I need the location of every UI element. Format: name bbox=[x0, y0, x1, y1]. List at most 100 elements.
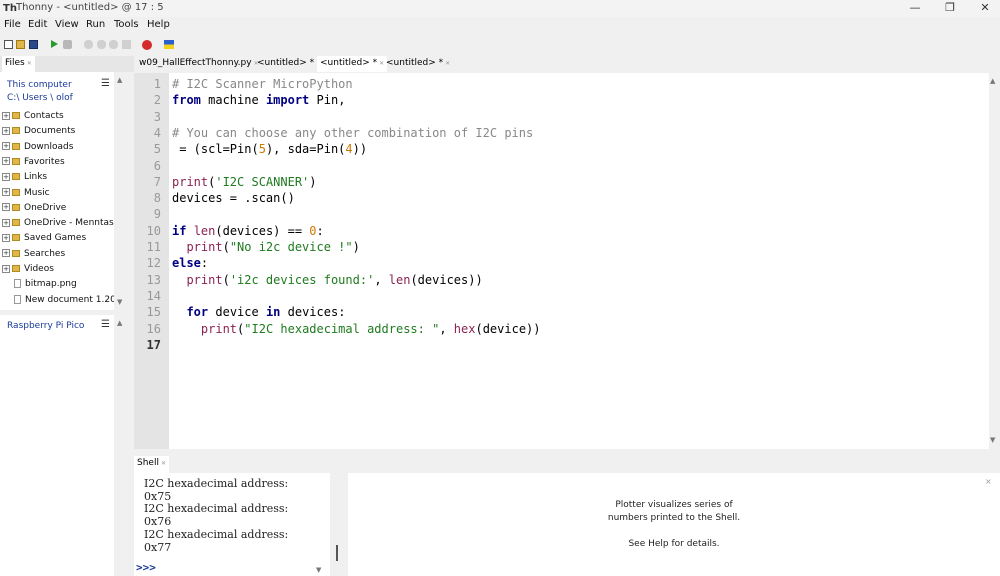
line-number: 16 bbox=[146, 321, 161, 336]
folder-item[interactable]: + Videos bbox=[2, 262, 114, 277]
code-line[interactable]: if len(devices) == 0: bbox=[172, 224, 324, 238]
device-label[interactable]: Raspberry Pi Pico bbox=[7, 321, 84, 331]
folder-item[interactable]: + Searches bbox=[2, 247, 114, 262]
expand-icon[interactable]: + bbox=[2, 111, 10, 120]
code-editor[interactable]: # I2C Scanner MicroPython from machine im… bbox=[169, 73, 989, 449]
expand-icon[interactable]: + bbox=[2, 249, 10, 258]
code-line[interactable]: print("No i2c device !") bbox=[172, 240, 359, 254]
code-line[interactable]: = (scl=Pin(5), sda=Pin(4)) bbox=[172, 142, 367, 156]
minimize-button[interactable]: — bbox=[900, 0, 930, 17]
scroll-up-icon[interactable]: ▲ bbox=[117, 319, 122, 327]
save-icon[interactable] bbox=[29, 40, 38, 49]
step-out-icon[interactable] bbox=[109, 40, 118, 49]
scroll-up-icon[interactable]: ▲ bbox=[990, 77, 995, 85]
shell-prompt[interactable]: >>> bbox=[136, 561, 156, 574]
folder-item[interactable]: + Saved Games bbox=[2, 231, 114, 246]
menu-bar: File Edit View Run Tools Help bbox=[0, 17, 1000, 35]
code-line[interactable]: from machine import Pin, bbox=[172, 93, 353, 107]
folder-item[interactable]: + Downloads bbox=[2, 140, 114, 155]
code-line[interactable]: print("I2C hexadecimal address: ", hex(d… bbox=[172, 322, 541, 336]
tree-item-label: Documents bbox=[24, 126, 76, 137]
folder-item[interactable]: + Favorites bbox=[2, 155, 114, 170]
tab-w09-halleffect[interactable]: w09_HallEffectThonny.py ✕ bbox=[136, 56, 262, 72]
folder-item[interactable]: + OneDrive - Menntask bbox=[2, 216, 114, 231]
scroll-down-icon[interactable]: ▼ bbox=[990, 436, 995, 444]
folder-item[interactable]: + OneDrive bbox=[2, 201, 114, 216]
this-computer-link[interactable]: This computer bbox=[7, 80, 72, 90]
tree-item-label: Searches bbox=[24, 248, 66, 259]
editor-scrollbar[interactable]: ▲ ▼ bbox=[989, 73, 1000, 449]
tab-shell[interactable]: Shell ✕ bbox=[134, 456, 169, 473]
expand-icon[interactable]: + bbox=[2, 157, 10, 166]
step-into-icon[interactable] bbox=[97, 40, 106, 49]
folder-item[interactable]: + Music bbox=[2, 186, 114, 201]
code-line[interactable]: # You can choose any other combination o… bbox=[172, 126, 533, 140]
device-menu-icon[interactable]: ☰ bbox=[101, 319, 110, 330]
folder-item[interactable]: + Contacts bbox=[2, 109, 114, 124]
shell-plotter-splitter[interactable]: ▼ bbox=[316, 473, 348, 576]
code-line[interactable]: devices = .scan() bbox=[172, 191, 295, 205]
splitter-handle[interactable] bbox=[336, 545, 338, 561]
close-tab-icon[interactable]: ✕ bbox=[445, 60, 450, 67]
plotter-info-line1: Plotter visualizes series of bbox=[615, 500, 733, 510]
tree-item-label: Favorites bbox=[24, 156, 65, 167]
close-tab-icon[interactable]: ✕ bbox=[27, 60, 32, 67]
run-icon[interactable] bbox=[51, 40, 58, 48]
folder-item[interactable]: + Documents bbox=[2, 124, 114, 139]
code-line[interactable]: print('I2C SCANNER') bbox=[172, 175, 317, 189]
resume-icon[interactable] bbox=[122, 40, 131, 49]
close-tab-icon[interactable]: ✕ bbox=[161, 460, 166, 467]
expand-icon[interactable]: + bbox=[2, 218, 10, 227]
menu-run[interactable]: Run bbox=[86, 19, 105, 30]
tree-item-label: Music bbox=[24, 187, 50, 198]
code-line[interactable]: print('i2c devices found:', len(devices)… bbox=[172, 273, 482, 287]
expand-icon[interactable]: + bbox=[2, 142, 10, 151]
expand-icon[interactable]: + bbox=[2, 233, 10, 242]
scroll-down-icon[interactable]: ▼ bbox=[117, 298, 122, 306]
menu-edit[interactable]: Edit bbox=[28, 19, 47, 30]
tab-untitled-3[interactable]: <untitled> * ✕ bbox=[383, 56, 453, 72]
device-scrollbar[interactable]: ▲ bbox=[114, 315, 128, 576]
tab-untitled-2[interactable]: <untitled> * ✕ bbox=[317, 56, 388, 72]
new-file-icon[interactable] bbox=[4, 40, 13, 49]
folder-icon bbox=[12, 219, 20, 227]
expand-icon[interactable]: + bbox=[2, 126, 10, 135]
expand-icon[interactable]: + bbox=[2, 188, 10, 196]
files-menu-icon[interactable]: ☰ bbox=[101, 78, 110, 89]
open-file-icon[interactable] bbox=[16, 40, 25, 49]
debug-icon[interactable] bbox=[63, 40, 72, 49]
current-path[interactable]: C:\ Users \ olof bbox=[7, 93, 73, 103]
line-number: 9 bbox=[153, 207, 161, 222]
folder-icon bbox=[12, 188, 20, 196]
scroll-down-icon[interactable]: ▼ bbox=[316, 566, 321, 574]
line-number: 14 bbox=[146, 288, 161, 303]
tab-files[interactable]: Files ✕ bbox=[2, 56, 35, 72]
scroll-up-icon[interactable]: ▲ bbox=[117, 76, 122, 84]
plotter-close-icon[interactable]: × bbox=[985, 477, 992, 486]
stop-icon[interactable] bbox=[142, 40, 152, 50]
tab-untitled-1[interactable]: <untitled> *✕ bbox=[254, 56, 324, 72]
menu-help[interactable]: Help bbox=[147, 19, 170, 30]
files-scrollbar[interactable]: ▲ ▼ bbox=[114, 72, 128, 310]
file-item[interactable]: New document 1.202 bbox=[2, 293, 114, 308]
step-over-icon[interactable] bbox=[84, 40, 93, 49]
close-button[interactable]: ✕ bbox=[970, 0, 1000, 17]
tree-item-label: Contacts bbox=[24, 111, 64, 121]
expand-icon[interactable]: + bbox=[2, 172, 10, 181]
maximize-button[interactable]: ❐ bbox=[935, 0, 965, 17]
code-line[interactable]: for device in devices: bbox=[172, 305, 345, 319]
menu-tools[interactable]: Tools bbox=[114, 19, 139, 30]
menu-file[interactable]: File bbox=[4, 19, 21, 30]
folder-item[interactable]: + Links bbox=[2, 170, 114, 185]
folder-icon bbox=[12, 203, 20, 211]
menu-view[interactable]: View bbox=[55, 19, 79, 30]
file-item[interactable]: bitmap.png bbox=[2, 277, 114, 292]
expand-icon[interactable]: + bbox=[2, 203, 10, 212]
shell-console[interactable]: I2C hexadecimal address: 0x75 I2C hexade… bbox=[134, 473, 330, 576]
flag-icon[interactable] bbox=[164, 40, 174, 49]
file-icon bbox=[14, 279, 21, 289]
expand-icon[interactable]: + bbox=[2, 264, 10, 273]
code-line[interactable]: else: bbox=[172, 256, 208, 270]
line-number: 15 bbox=[146, 305, 161, 320]
code-line[interactable]: # I2C Scanner MicroPython bbox=[172, 77, 353, 91]
